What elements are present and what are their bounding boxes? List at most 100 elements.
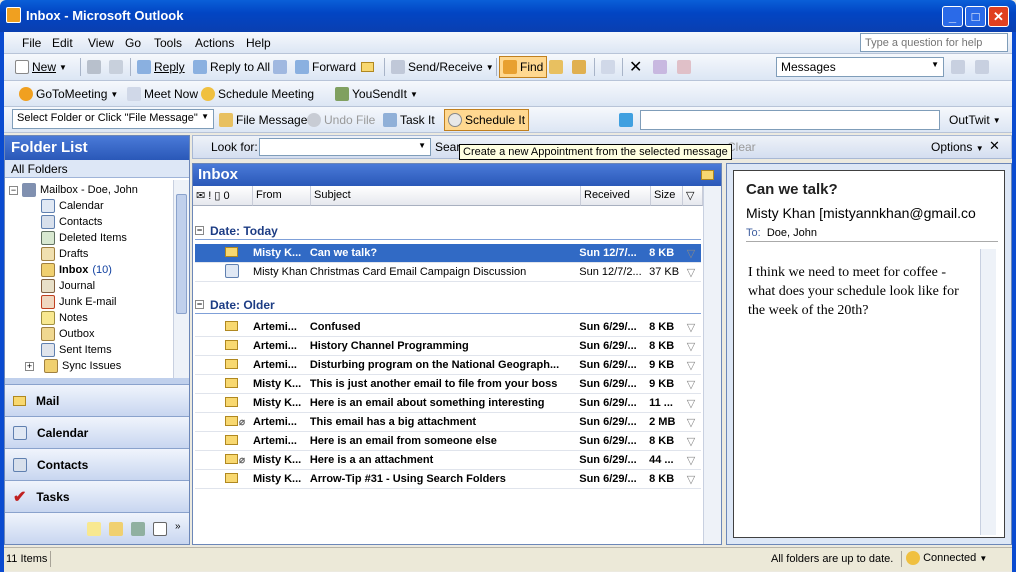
shortcut-arrow-icon[interactable]	[153, 522, 167, 536]
menu-actions[interactable]: Actions	[195, 36, 234, 50]
table-row[interactable]: Misty K... This is just another email to …	[195, 375, 701, 394]
forward-button[interactable]: Forward	[292, 55, 359, 79]
menu-tools[interactable]: Tools	[154, 36, 182, 50]
options-menu[interactable]: Options ▼	[931, 140, 984, 154]
table-row[interactable]: Artemi... Here is an email from someone e…	[195, 432, 701, 451]
table-row[interactable]: Artemi... Confused Sun 6/29/... 8 KB ▽	[195, 318, 701, 337]
yousendit-button[interactable]: YouSendIt ▼	[332, 82, 421, 106]
tree-item-junk[interactable]: Junk E-mail	[9, 294, 173, 310]
tree-item-contacts[interactable]: Contacts	[9, 214, 173, 230]
table-row[interactable]: Misty K... Can we talk? Sun 12/7/... 8 KB ▽	[195, 244, 701, 263]
file-message-button[interactable]: File Message	[216, 108, 310, 132]
tree-item-sent[interactable]: Sent Items	[9, 342, 173, 358]
reply-all-button[interactable]: Reply to All	[190, 55, 273, 79]
flag-icon[interactable]: ▽	[681, 416, 701, 429]
tree-item-outbox[interactable]: Outbox	[9, 326, 173, 342]
look-for-input[interactable]: ▼	[259, 138, 431, 156]
send-button[interactable]	[358, 55, 377, 79]
message-sender[interactable]: Misty Khan [mistyannkhan@gmail.co	[746, 205, 998, 221]
flag-icon[interactable]: ▽	[681, 397, 701, 410]
task-it-button[interactable]: Task It	[380, 108, 438, 132]
expand-icon[interactable]: +	[25, 361, 34, 371]
configure-buttons-icon[interactable]: »	[175, 521, 181, 532]
flag-icon[interactable]: ▽	[681, 378, 701, 391]
column-subject[interactable]: Subject	[311, 186, 581, 206]
tree-item-mailbox[interactable]: − Mailbox - Doe, John	[9, 182, 173, 198]
meet-now-button[interactable]: Meet Now	[124, 82, 201, 106]
shortcuts-icon[interactable]	[131, 522, 145, 536]
list-scrollbar[interactable]	[703, 186, 721, 544]
undo-file-button[interactable]: Undo File	[304, 108, 378, 132]
delete-button[interactable]: ✕	[626, 55, 645, 79]
flag-icon[interactable]: ▽	[681, 473, 701, 486]
nav-tasks-button[interactable]: ✔ Tasks	[5, 480, 189, 512]
tree-item-calendar[interactable]: Calendar	[9, 198, 173, 214]
reading-scrollbar[interactable]	[980, 249, 996, 535]
nav-contacts-button[interactable]: Contacts	[5, 448, 189, 480]
book-button[interactable]	[598, 55, 618, 79]
table-row[interactable]: ⌀ Artemi... This email has a big attachmen…	[195, 413, 701, 432]
organize-button[interactable]	[546, 55, 566, 79]
column-received[interactable]: Received	[581, 186, 651, 206]
help-search-input[interactable]	[860, 33, 1008, 52]
tree-item-deleted[interactable]: Deleted Items	[9, 230, 173, 246]
close-button[interactable]: ✕	[988, 6, 1009, 27]
column-from[interactable]: From	[253, 186, 311, 206]
collapse-icon[interactable]: −	[9, 185, 18, 195]
notes-icon[interactable]	[87, 522, 101, 536]
menu-view[interactable]: View	[88, 36, 114, 50]
address-book-button[interactable]	[569, 55, 589, 79]
new-button[interactable]: New ▼	[12, 55, 70, 79]
menu-go[interactable]: Go	[125, 36, 141, 50]
view-select[interactable]: Messages ▼	[776, 57, 944, 77]
folder-scrollbar[interactable]	[173, 180, 189, 378]
nav-calendar-button[interactable]: Calendar	[5, 416, 189, 448]
close-find-icon[interactable]: ✕	[989, 138, 1000, 154]
move-button[interactable]	[106, 55, 126, 79]
im-reply-button[interactable]	[270, 55, 290, 79]
tree-item-notes[interactable]: Notes	[9, 310, 173, 326]
column-flag[interactable]: ▽	[683, 186, 703, 206]
tree-item-drafts[interactable]: Drafts	[9, 246, 173, 262]
tree-item-journal[interactable]: Journal	[9, 278, 173, 294]
table-row[interactable]: Misty K... Here is an email about somethi…	[195, 394, 701, 413]
reply-button[interactable]: Reply	[134, 55, 188, 79]
view-button[interactable]	[948, 55, 968, 79]
flag-icon[interactable]: ▽	[681, 321, 701, 334]
column-size[interactable]: Size	[651, 186, 683, 206]
menu-edit[interactable]: Edit	[52, 36, 73, 50]
table-row[interactable]: Misty Khan Christmas Card Email Campaign …	[195, 263, 701, 282]
gotomeeting-button[interactable]: GoToMeeting ▼	[16, 82, 121, 106]
flag-icon[interactable]: ▽	[681, 435, 701, 448]
rules-button[interactable]	[650, 55, 670, 79]
column-icons[interactable]: ✉ ! ▯ 0	[193, 186, 253, 206]
flag-icon[interactable]: ▽	[681, 247, 701, 260]
options-button[interactable]	[674, 55, 694, 79]
flag-icon[interactable]: ▽	[681, 266, 701, 279]
minimize-button[interactable]: _	[942, 6, 963, 27]
flag-icon[interactable]: ▽	[681, 454, 701, 467]
table-row[interactable]: Artemi... Disturbing program on the Natio…	[195, 356, 701, 375]
group-header[interactable]: − Date: Older	[195, 296, 701, 314]
maximize-button[interactable]: □	[965, 6, 986, 27]
flag-icon[interactable]: ▽	[681, 340, 701, 353]
folder-icon[interactable]	[109, 522, 123, 536]
folder-select[interactable]: Select Folder or Click "File Message" ▼	[12, 109, 214, 129]
layout-button[interactable]	[972, 55, 992, 79]
table-row[interactable]: Artemi... History Channel Programming Sun …	[195, 337, 701, 356]
group-header[interactable]: − Date: Today	[195, 222, 701, 240]
find-button[interactable]: Find	[499, 56, 548, 78]
menu-file[interactable]: File	[22, 36, 41, 50]
tree-item-inbox[interactable]: Inbox (10)	[9, 262, 173, 278]
tweet-input[interactable]	[640, 110, 940, 130]
flag-icon[interactable]: ▽	[681, 359, 701, 372]
connection-status[interactable]: Connected ▼	[906, 551, 987, 565]
menu-help[interactable]: Help	[246, 36, 271, 50]
send-receive-button[interactable]: Send/Receive ▼	[388, 55, 497, 79]
twitter-button[interactable]	[616, 108, 636, 132]
collapse-icon[interactable]: −	[195, 226, 204, 235]
schedule-it-button[interactable]: Schedule It	[444, 109, 530, 131]
tree-item-sync-issues[interactable]: + Sync Issues	[9, 358, 173, 374]
print-button[interactable]	[84, 55, 104, 79]
table-row[interactable]: ⌀ Misty K... Here is a an attachment Sun 6/…	[195, 451, 701, 470]
